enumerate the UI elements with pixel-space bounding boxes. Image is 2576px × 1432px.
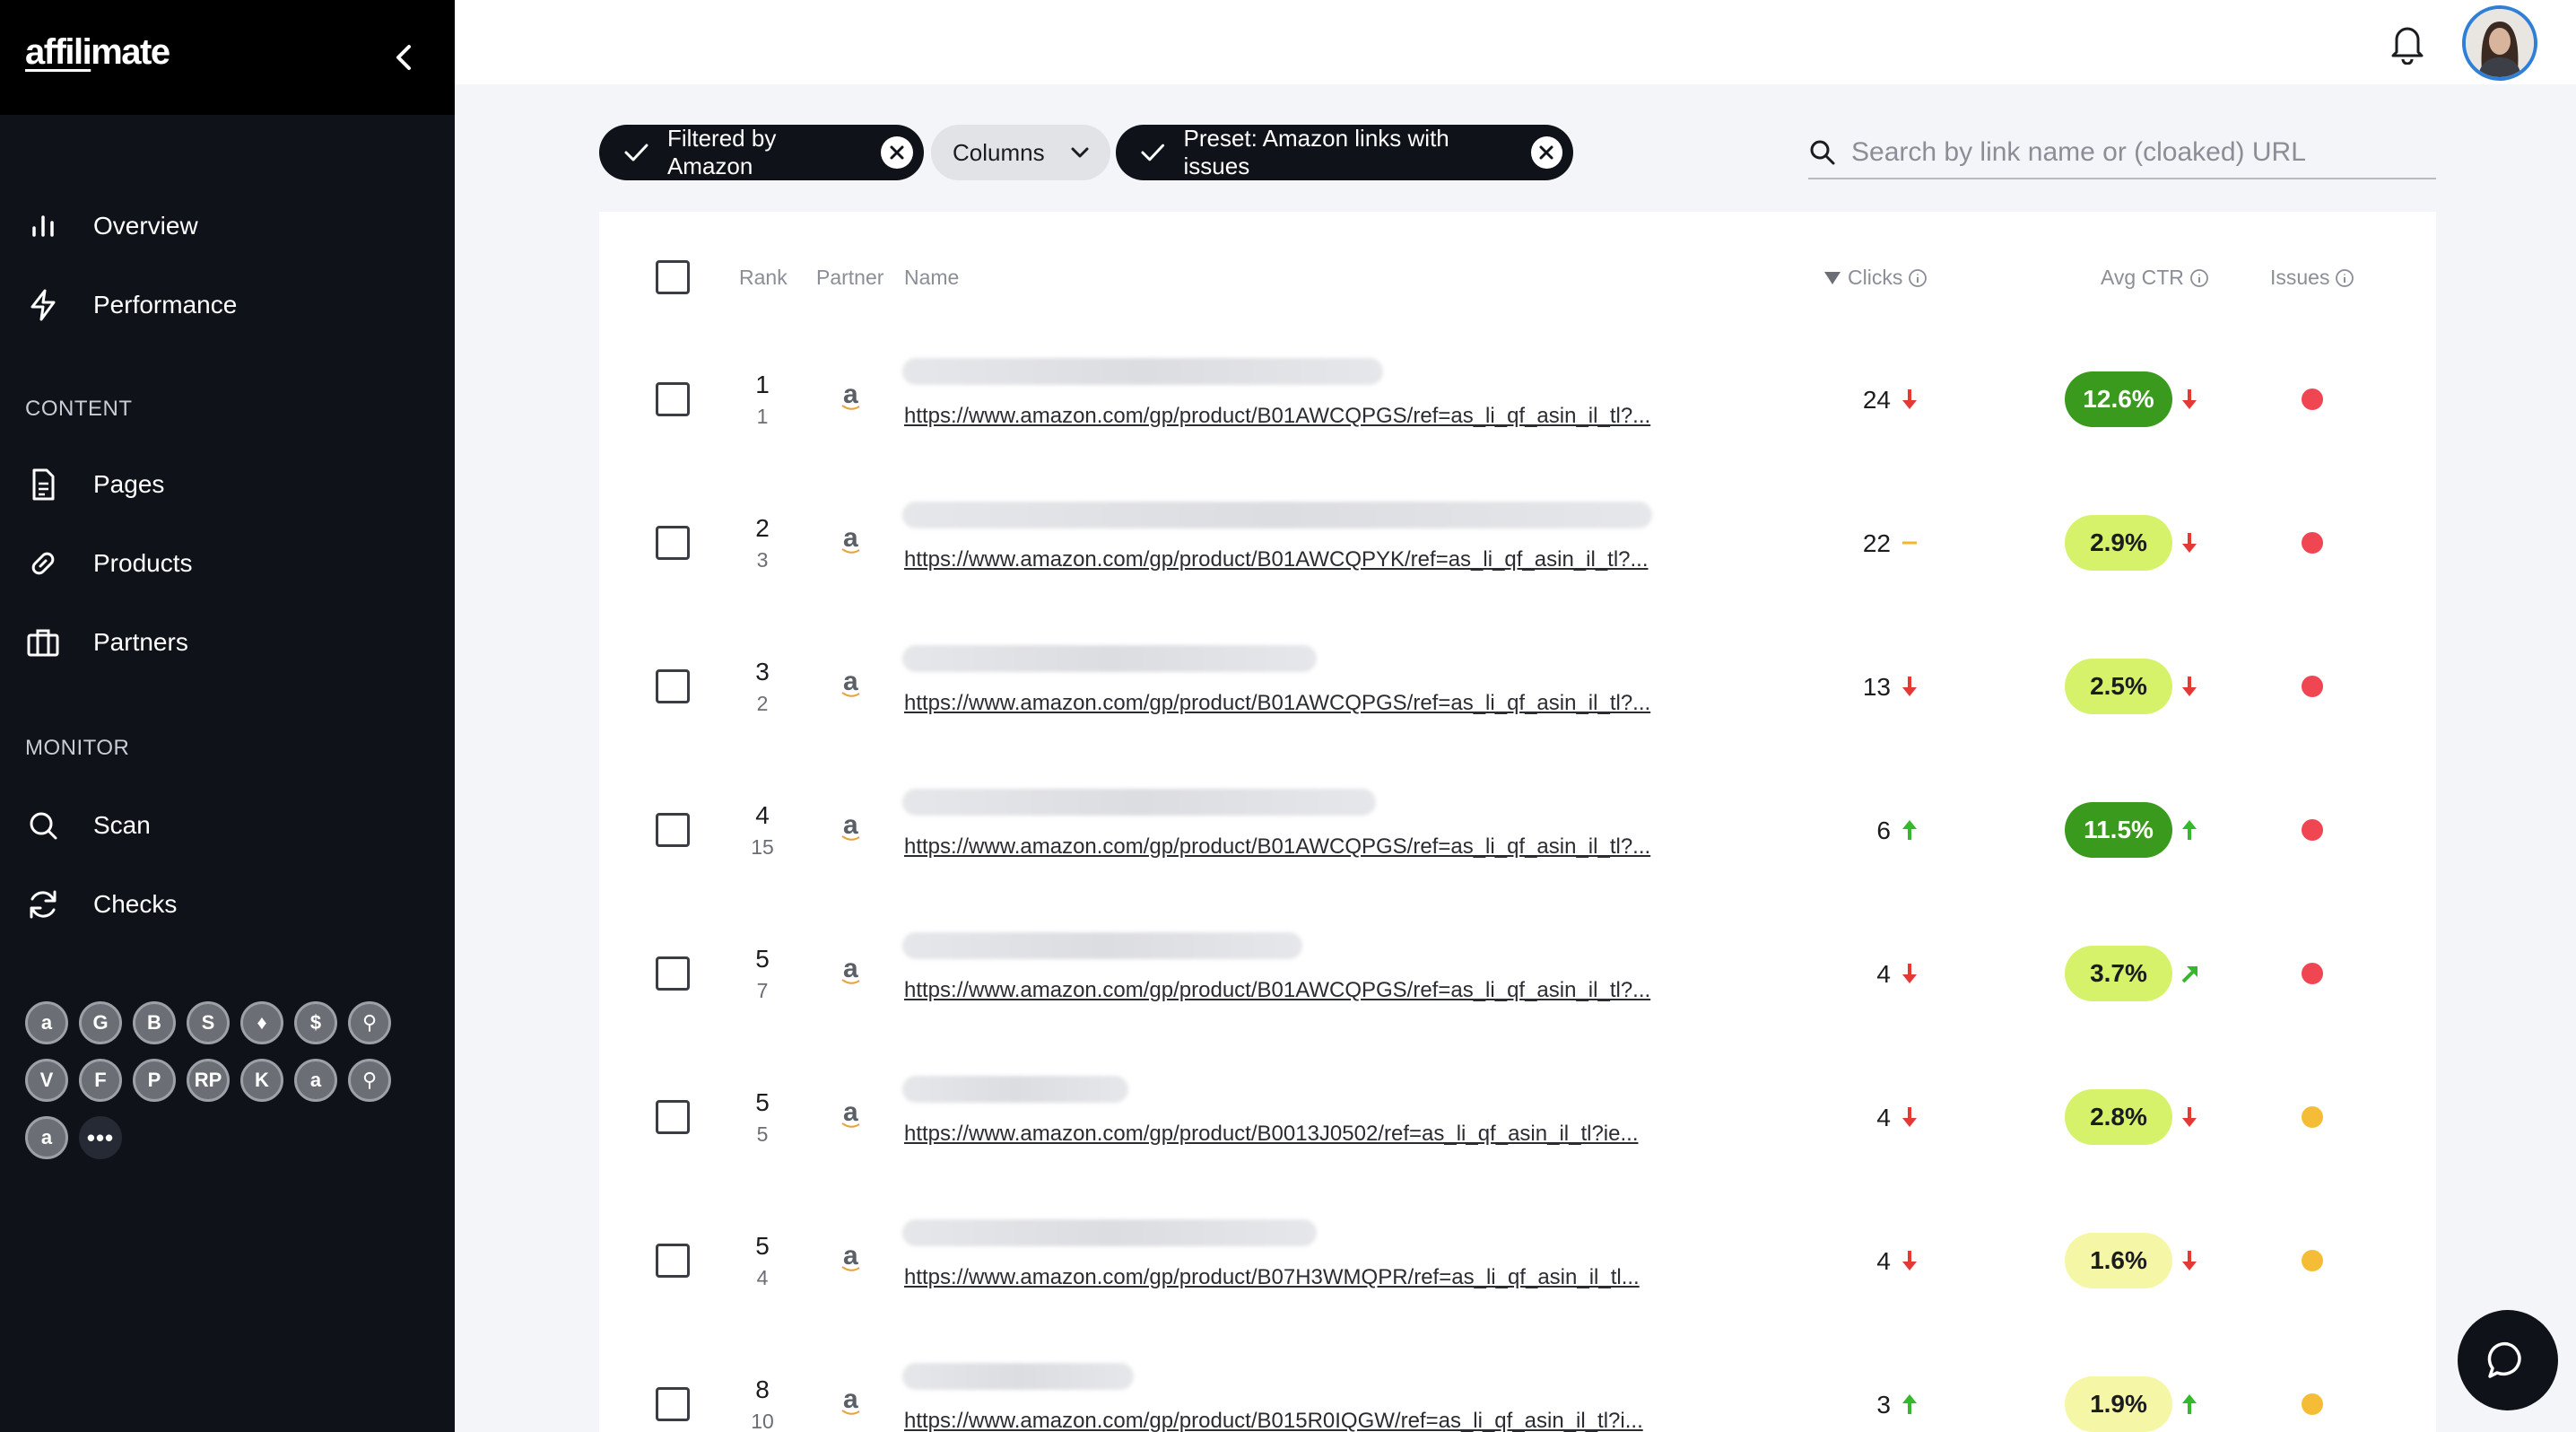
blurred-link-name xyxy=(902,932,1302,959)
clicks-value: 6 xyxy=(1876,816,1891,844)
header-name-label: Name xyxy=(904,266,960,289)
avg-ctr-badge: 3.7% xyxy=(2065,946,2172,1001)
avg-ctr-badge: 11.5% xyxy=(2065,802,2172,858)
avg-ctr-badge: 1.9% xyxy=(2065,1376,2172,1432)
clicks-value: 4 xyxy=(1876,1104,1891,1131)
link-search xyxy=(1808,126,2436,179)
filter-amazon-pill[interactable]: Filtered by Amazon xyxy=(599,125,924,180)
avg-ctr-badge: 2.9% xyxy=(2065,515,2172,571)
blurred-link-name xyxy=(902,1219,1317,1246)
header-rank[interactable]: Rank xyxy=(739,266,788,290)
clicks-trend-up-icon xyxy=(1902,1394,1917,1414)
issue-status-dot[interactable] xyxy=(2302,1393,2323,1415)
issue-status-dot[interactable] xyxy=(2302,389,2323,410)
nav-overview-label: Overview xyxy=(93,212,198,240)
user-avatar[interactable] xyxy=(2462,5,2537,81)
avg-ctr-badge: 2.8% xyxy=(2065,1089,2172,1145)
check-icon xyxy=(1141,144,1165,162)
sort-desc-icon xyxy=(1824,271,1841,284)
clicks-trend-down-icon xyxy=(1902,389,1917,409)
columns-label: Columns xyxy=(953,138,1045,166)
header-ctr[interactable]: Avg CTR xyxy=(2101,266,2209,290)
header-clicks-label: Clicks xyxy=(1848,266,1903,289)
avg-ctr-badge: 1.6% xyxy=(2065,1233,2172,1288)
issue-status-dot[interactable] xyxy=(2302,676,2323,697)
clicks-trend-flat-icon xyxy=(1902,541,1917,545)
issue-status-dot[interactable] xyxy=(2302,1250,2323,1271)
ctr-trend-up-right-icon xyxy=(2181,966,2197,983)
clicks-value: 13 xyxy=(1862,673,1891,701)
header-issues[interactable]: Issues xyxy=(2270,266,2354,290)
avg-ctr-badge: 2.5% xyxy=(2065,659,2172,714)
header-partner[interactable]: Partner xyxy=(816,266,883,290)
chevron-down-icon xyxy=(1071,147,1089,158)
blurred-link-name xyxy=(902,502,1652,528)
ctr-trend-up-icon xyxy=(2182,1394,2197,1414)
issue-status-dot[interactable] xyxy=(2302,532,2323,554)
header-rank-label: Rank xyxy=(739,266,788,289)
info-icon[interactable] xyxy=(2335,268,2354,288)
header-name[interactable]: Name xyxy=(904,266,959,290)
ctr-trend-down-icon xyxy=(2182,1251,2197,1270)
lightning-icon xyxy=(30,289,56,321)
search-input[interactable] xyxy=(1851,131,2425,174)
remove-filter-close-icon[interactable] xyxy=(881,136,913,169)
nav-performance[interactable]: Performance xyxy=(0,276,455,330)
preset-label: Preset: Amazon links with issues xyxy=(1183,125,1449,179)
remove-preset-close-icon[interactable] xyxy=(1530,136,1562,169)
issue-status-dot[interactable] xyxy=(2302,963,2323,984)
top-bar xyxy=(455,0,2576,84)
sidebar-header: affilimate xyxy=(0,0,455,115)
issue-status-dot[interactable] xyxy=(2302,1106,2323,1128)
ctr-trend-down-icon xyxy=(2182,533,2197,553)
blurred-link-name xyxy=(902,789,1376,816)
clicks-trend-down-icon xyxy=(1902,1251,1917,1270)
preset-pill[interactable]: Preset: Amazon links with issues xyxy=(1116,125,1573,180)
ctr-trend-down-icon xyxy=(2182,389,2197,409)
header-clicks[interactable]: Clicks xyxy=(1823,266,1928,290)
info-icon[interactable] xyxy=(1908,268,1928,288)
blurred-link-name xyxy=(902,358,1383,385)
columns-dropdown[interactable]: Columns xyxy=(931,125,1110,180)
avg-ctr-badge: 12.6% xyxy=(2065,371,2172,427)
header-partner-label: Partner xyxy=(816,266,884,289)
clicks-trend-down-icon xyxy=(1902,1107,1917,1127)
nav-performance-label: Performance xyxy=(93,291,238,319)
bar-chart-icon xyxy=(32,215,54,237)
clicks-trend-down-icon xyxy=(1902,964,1917,983)
search-icon xyxy=(1810,140,1835,165)
logo-prefix: affili xyxy=(25,32,92,72)
ctr-trend-up-icon xyxy=(2182,820,2197,840)
clicks-value: 4 xyxy=(1876,1247,1891,1275)
logo-suffix: mate xyxy=(91,32,170,72)
chevron-left-icon xyxy=(396,45,411,70)
clicks-value: 4 xyxy=(1876,960,1891,988)
header-issues-label: Issues xyxy=(2270,266,2330,289)
ctr-trend-down-icon xyxy=(2182,677,2197,696)
blurred-link-name xyxy=(902,645,1317,672)
chat-launcher-button[interactable] xyxy=(2458,1310,2558,1410)
notifications-bell-icon[interactable] xyxy=(2386,20,2429,65)
collapse-sidebar-button[interactable] xyxy=(387,39,420,75)
logo[interactable]: affilimate xyxy=(25,32,170,73)
nav-overview[interactable]: Overview xyxy=(0,197,455,251)
select-all-checkbox[interactable] xyxy=(656,260,690,294)
clicks-value: 3 xyxy=(1876,1391,1891,1419)
clicks-value: 22 xyxy=(1862,529,1891,557)
issue-status-dot[interactable] xyxy=(2302,819,2323,841)
ctr-trend-down-icon xyxy=(2182,1107,2197,1127)
clicks-value: 24 xyxy=(1862,386,1891,414)
clicks-trend-up-icon xyxy=(1902,820,1917,840)
filter-amazon-label: Filtered by Amazon xyxy=(666,125,777,179)
clicks-trend-down-icon xyxy=(1902,677,1917,696)
blurred-link-name xyxy=(902,1076,1128,1103)
info-icon[interactable] xyxy=(2189,268,2209,288)
header-ctr-label: Avg CTR xyxy=(2101,266,2184,289)
chat-bubble-icon xyxy=(2487,1341,2521,1378)
blurred-link-name xyxy=(902,1363,1134,1390)
check-icon xyxy=(624,144,648,162)
